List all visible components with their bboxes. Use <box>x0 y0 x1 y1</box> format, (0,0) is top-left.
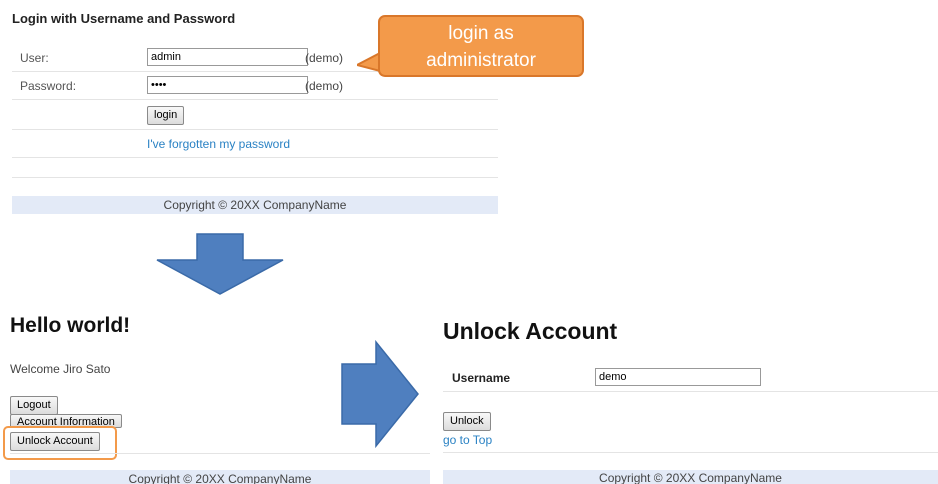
forgot-password-link[interactable]: I've forgotten my password <box>147 137 290 151</box>
password-label: Password: <box>20 79 77 93</box>
home-footer: Copyright © 20XX CompanyName <box>10 470 430 484</box>
callout-line-2: administrator <box>426 50 536 71</box>
unlock-page-title: Unlock Account <box>443 318 618 344</box>
login-footer: Copyright © 20XX CompanyName <box>12 196 498 214</box>
unlock-divider <box>443 452 938 453</box>
go-to-top-link[interactable]: go to Top <box>443 433 492 447</box>
unlock-footer: Copyright © 20XX CompanyName <box>443 470 938 484</box>
password-input[interactable]: •••• <box>147 76 308 94</box>
username-row: Username demo <box>443 364 938 392</box>
login-button-row: login <box>12 101 498 130</box>
user-hint: (demo) <box>305 51 344 65</box>
home-page-title: Hello world! <box>10 314 131 337</box>
username-input[interactable]: demo <box>595 368 761 386</box>
callout-line-1: login as <box>448 23 514 44</box>
logout-button[interactable]: Logout <box>10 396 58 415</box>
username-label: Username <box>452 371 511 385</box>
user-input[interactable]: admin <box>147 48 308 66</box>
home-divider <box>10 453 430 454</box>
login-button[interactable]: login <box>147 106 185 125</box>
welcome-text: Welcome Jiro Sato <box>10 362 111 376</box>
unlock-button[interactable]: Unlock <box>443 412 491 431</box>
password-hint: (demo) <box>305 79 344 93</box>
arrow-down-icon <box>156 233 284 295</box>
unlock-account-button[interactable]: Unlock Account <box>10 432 100 451</box>
callout-bubble: login as administrator <box>378 15 584 77</box>
forgot-row: I've forgotten my password <box>12 130 498 158</box>
arrow-right-icon <box>341 340 419 449</box>
divider <box>12 177 498 178</box>
user-label: User: <box>20 51 49 65</box>
login-page-title: Login with Username and Password <box>12 11 236 26</box>
